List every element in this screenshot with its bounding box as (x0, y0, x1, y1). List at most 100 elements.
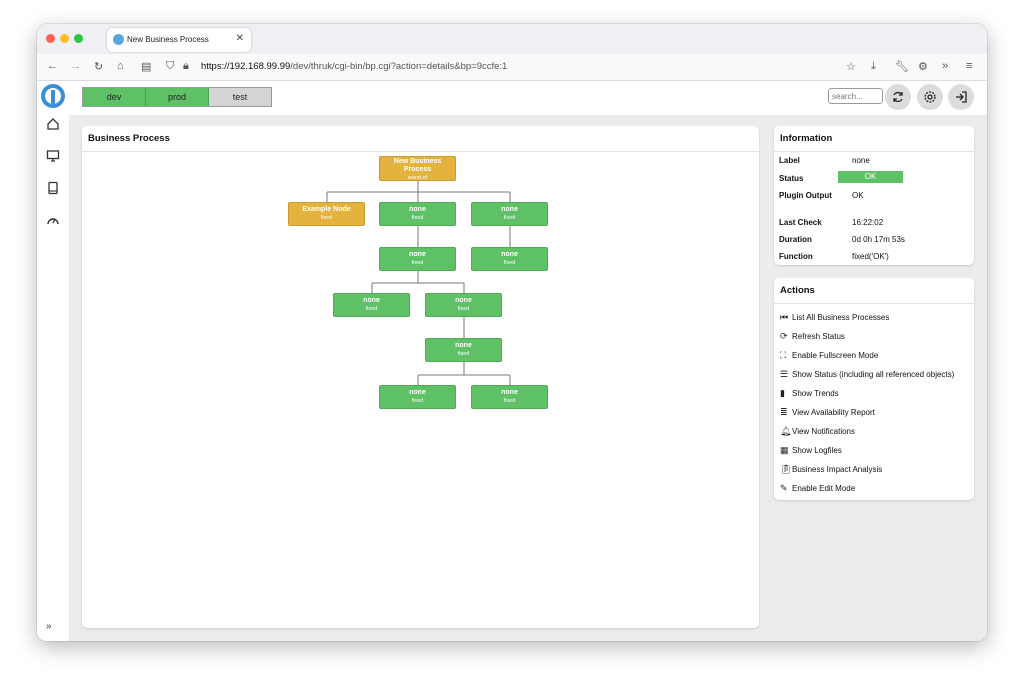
logout-icon (956, 91, 967, 103)
close-tab-icon[interactable]: ✕ (236, 33, 244, 44)
action-list-business-processes[interactable]: ⏮︎ List All Business Processes (780, 312, 889, 323)
skip-back-icon: ⏮︎ (780, 312, 789, 322)
bookmark-star-icon[interactable]: ☆ (846, 60, 856, 73)
action-label: Show Logfiles (792, 446, 842, 455)
info-key: Label (779, 156, 800, 165)
action-show-logfiles[interactable]: ▦ Show Logfiles (780, 445, 842, 456)
node-label: none (501, 206, 518, 213)
info-value: none (852, 156, 870, 165)
logout-button[interactable] (948, 84, 974, 110)
action-refresh-status[interactable]: ⟳ Refresh Status (780, 331, 845, 342)
minimize-window-button[interactable] (60, 34, 69, 43)
extension-icon[interactable]: ▤ (141, 60, 151, 73)
settings-button[interactable] (917, 84, 943, 110)
information-panel: Information Label none Status OK Plugin … (774, 126, 974, 265)
back-icon[interactable]: ← (47, 60, 58, 72)
browser-tab[interactable]: New Business Process ✕ (107, 28, 251, 52)
divider (774, 151, 974, 152)
search-input[interactable] (828, 88, 883, 104)
node-function: fixed (365, 306, 378, 312)
node-label: none (455, 342, 472, 349)
bar-chart-icon: ▮ (780, 388, 785, 398)
bp-node[interactable]: none fixed (471, 385, 548, 409)
bp-node[interactable]: none fixed (333, 293, 410, 317)
action-label: View Notifications (792, 427, 855, 436)
node-label: none (455, 297, 472, 304)
business-process-panel: Business Process New Business Process wo… (82, 126, 759, 628)
favicon-icon (113, 34, 124, 45)
action-edit-mode[interactable]: ✎ Enable Edit Mode (780, 483, 855, 494)
action-show-status[interactable]: ☰ Show Status (including all referenced o… (780, 369, 954, 380)
forward-icon[interactable]: → (70, 60, 81, 72)
status-badge: OK (838, 171, 903, 183)
more-tools-icon[interactable]: » (942, 60, 948, 72)
expand-sidebar-icon[interactable]: » (46, 621, 52, 632)
env-dev-button[interactable]: dev (83, 88, 146, 106)
env-test-button[interactable]: test (209, 88, 271, 106)
browser-toolbar: ← → ↻ ⌂ ▤ ⛉ 🔒︎ https://192.168.99.99/dev… (37, 54, 987, 81)
bp-node[interactable]: none fixed (379, 247, 456, 271)
node-function: fixed (503, 215, 516, 221)
divider (774, 303, 974, 304)
action-impact-analysis[interactable]: 📋︎Business Impact Analysis (780, 464, 882, 475)
node-function: fixed (411, 398, 424, 404)
gear-icon (924, 91, 936, 103)
action-fullscreen[interactable]: ⛶ Enable Fullscreen Mode (780, 350, 878, 361)
refresh-icon (893, 91, 903, 103)
wrench-icon[interactable]: 🔧︎ (895, 60, 909, 73)
action-label: Enable Fullscreen Mode (792, 351, 879, 360)
action-show-trends[interactable]: ▮ Show Trends (780, 388, 839, 399)
node-label: none (409, 206, 426, 213)
action-view-notifications[interactable]: 🔔︎View Notifications (780, 426, 855, 437)
refresh-button[interactable] (885, 84, 911, 110)
settings-icon[interactable]: ⚙ (918, 60, 928, 73)
bp-node[interactable]: none fixed (379, 202, 456, 226)
align-center-icon: ≣ (780, 407, 788, 417)
refresh-icon: ⟳ (780, 331, 788, 341)
logo-bar (51, 90, 55, 104)
action-label: Show Trends (792, 389, 839, 398)
bell-icon: 🔔︎ (780, 426, 792, 436)
zoom-window-button[interactable] (74, 34, 83, 43)
dashboard-icon[interactable] (46, 214, 60, 228)
bp-node[interactable]: none fixed (471, 247, 548, 271)
bp-node[interactable]: none fixed (471, 202, 548, 226)
shield-icon[interactable]: ⛉ (166, 60, 174, 73)
browser-window: New Business Process ✕ ← → ↻ ⌂ ▤ ⛉ 🔒︎ ht… (37, 24, 987, 641)
thruk-logo[interactable] (41, 84, 65, 108)
bp-node-example[interactable]: Example Node fixed (288, 202, 365, 226)
close-window-button[interactable] (46, 34, 55, 43)
bp-node[interactable]: none fixed (425, 293, 502, 317)
tab-title: New Business Process (127, 35, 209, 44)
bp-node-root[interactable]: New Business Process worst of (379, 156, 456, 181)
panel-title: Actions (780, 285, 815, 296)
node-function: worst of (407, 175, 428, 181)
node-label: New Business Process (393, 158, 442, 173)
info-key: Plugin Output (779, 191, 832, 200)
lock-icon[interactable]: 🔒︎ (183, 60, 189, 73)
address-bar[interactable]: https://192.168.99.99/dev/thruk/cgi-bin/… (201, 61, 507, 72)
monitor-icon[interactable] (46, 149, 60, 163)
node-function: fixed (503, 260, 516, 266)
download-icon[interactable]: ⤓ (871, 60, 876, 73)
node-label: none (501, 389, 518, 396)
side-nav: » (37, 81, 69, 641)
node-function: fixed (457, 306, 470, 312)
panel-title: Information (780, 133, 833, 144)
node-label: Example Node (302, 206, 351, 213)
url-path: /dev/thruk/cgi-bin/bp.cgi?action=details… (290, 61, 508, 72)
book-icon[interactable] (46, 181, 60, 195)
menu-icon[interactable]: ≡ (966, 60, 972, 72)
home-icon[interactable]: ⌂ (117, 60, 124, 72)
env-prod-button[interactable]: prod (146, 88, 209, 106)
home-icon[interactable] (46, 117, 60, 131)
info-key: Last Check (779, 218, 822, 227)
bp-node[interactable]: none fixed (379, 385, 456, 409)
page: » dev prod test Business Process (37, 81, 987, 641)
info-key: Function (779, 252, 813, 261)
bp-node[interactable]: none fixed (425, 338, 502, 362)
clipboard-icon: 📋︎ (780, 464, 792, 474)
action-availability-report[interactable]: ≣ View Availability Report (780, 407, 875, 418)
reload-icon[interactable]: ↻ (94, 60, 103, 73)
node-label: none (363, 297, 380, 304)
